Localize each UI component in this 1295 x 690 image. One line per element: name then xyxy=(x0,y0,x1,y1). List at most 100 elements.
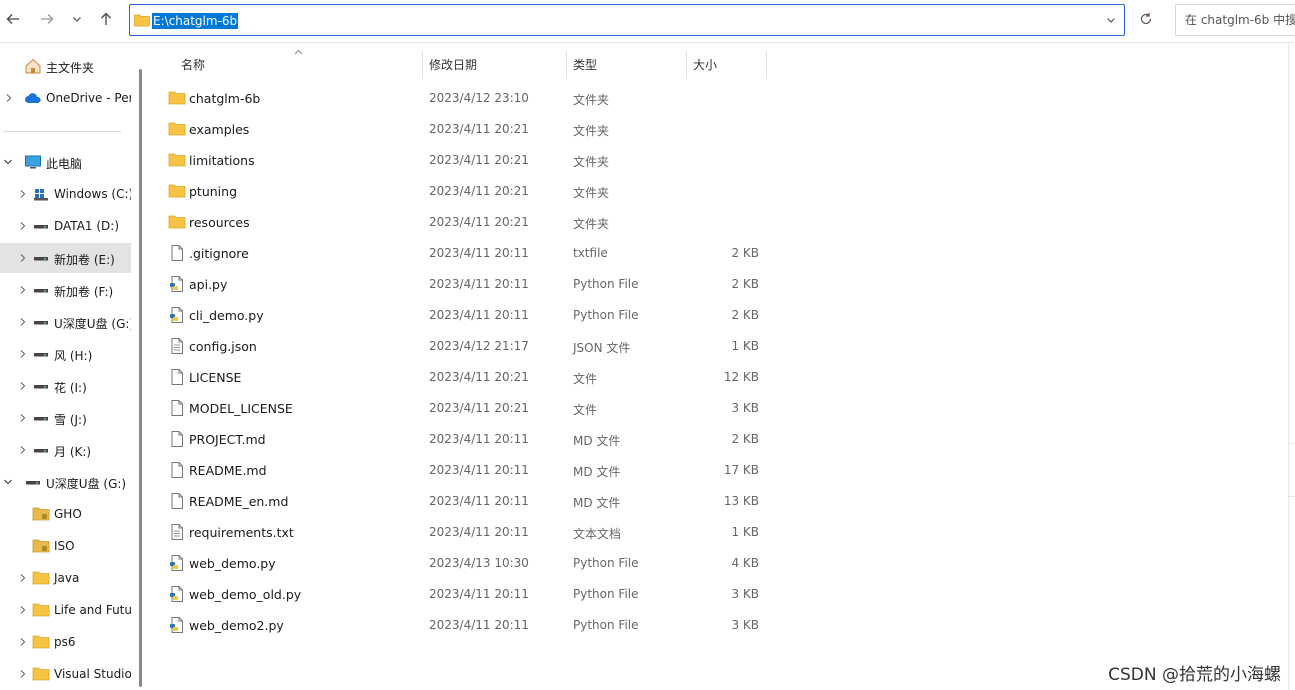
chevron-right-icon[interactable] xyxy=(19,445,27,455)
file-icon xyxy=(171,400,183,416)
address-path[interactable]: E:\chatglm-6b xyxy=(152,13,239,29)
file-row[interactable]: ptuning 2023/4/11 20:21 文件夹 xyxy=(148,176,768,207)
file-row[interactable]: MODEL_LICENSE 2023/4/11 20:21 文件 3 KB xyxy=(148,393,768,424)
chevron-down-icon[interactable] xyxy=(1106,15,1116,25)
column-date[interactable]: 修改日期 xyxy=(429,43,477,79)
column-divider[interactable] xyxy=(566,51,567,79)
sidebar-item[interactable]: OneDrive - Per xyxy=(0,83,131,113)
file-row[interactable]: resources 2023/4/11 20:21 文件夹 xyxy=(148,207,768,238)
sidebar-item[interactable]: 月 (K:) xyxy=(0,435,131,465)
sidebar-item[interactable]: 主文件夹 xyxy=(0,51,131,81)
file-row[interactable]: config.json 2023/4/12 21:17 JSON 文件 1 KB xyxy=(148,331,768,362)
chevron-right-icon[interactable] xyxy=(19,221,27,231)
file-row[interactable]: PROJECT.md 2023/4/11 20:11 MD 文件 2 KB xyxy=(148,424,768,455)
file-row[interactable]: web_demo2.py 2023/4/11 20:11 Python File 3 … xyxy=(148,610,768,641)
chevron-right-icon[interactable] xyxy=(19,669,27,679)
sidebar-item-label: 新加卷 (F:) xyxy=(54,285,114,299)
search-input[interactable]: 在 chatglm-6b 中搜 xyxy=(1175,4,1295,36)
file-date: 2023/4/11 20:21 xyxy=(429,401,529,415)
sidebar-item[interactable]: U深度U盘 (G:) xyxy=(0,307,131,337)
address-bar[interactable]: E:\chatglm-6b xyxy=(129,4,1125,36)
folder-icon xyxy=(168,215,186,229)
chevron-right-icon[interactable] xyxy=(19,285,27,295)
file-row[interactable]: requirements.txt 2023/4/11 20:11 文本文档 1 KB xyxy=(148,517,768,548)
column-divider[interactable] xyxy=(766,51,767,79)
sidebar-item[interactable]: Visual Studio xyxy=(0,659,131,689)
chevron-right-icon[interactable] xyxy=(19,253,27,263)
sidebar-item[interactable]: 新加卷 (F:) xyxy=(0,275,131,305)
sidebar-item[interactable]: 风 (H:) xyxy=(0,339,131,369)
sidebar-item[interactable]: U深度U盘 (G:) xyxy=(0,467,131,497)
file-icon xyxy=(171,245,183,261)
column-type[interactable]: 类型 xyxy=(573,43,597,79)
recent-locations-button[interactable] xyxy=(66,8,88,30)
file-row[interactable]: LICENSE 2023/4/11 20:21 文件 12 KB xyxy=(148,362,768,393)
file-row[interactable]: .gitignore 2023/4/11 20:11 txtfile 2 KB xyxy=(148,238,768,269)
file-row[interactable]: chatglm-6b 2023/4/12 23:10 文件夹 xyxy=(148,83,768,114)
file-row[interactable]: web_demo_old.py 2023/4/11 20:11 Python Fil… xyxy=(148,579,768,610)
sidebar-item[interactable]: 雪 (J:) xyxy=(0,403,131,433)
sidebar-item[interactable]: ps6 xyxy=(0,627,131,657)
sidebar-item[interactable]: GHO xyxy=(0,499,131,529)
column-divider[interactable] xyxy=(686,51,687,79)
sidebar-item[interactable]: 此电脑 xyxy=(0,147,131,177)
file-type: MD 文件 xyxy=(573,496,621,510)
sidebar-item[interactable]: DATA1 (D:) xyxy=(0,211,131,241)
chevron-right-icon[interactable] xyxy=(19,189,27,199)
file-row[interactable]: README.md 2023/4/11 20:11 MD 文件 17 KB xyxy=(148,455,768,486)
chevron-right-icon[interactable] xyxy=(19,381,27,391)
chevron-down-icon[interactable] xyxy=(3,478,13,486)
file-type: Python File xyxy=(573,308,639,322)
chevron-right-icon[interactable] xyxy=(19,573,27,583)
sidebar-item[interactable]: Java xyxy=(0,563,131,593)
sidebar-item-label: 雪 (J:) xyxy=(54,413,87,427)
file-icon xyxy=(171,462,183,478)
chevron-down-icon[interactable] xyxy=(3,158,13,166)
address-toolbar: E:\chatglm-6b 在 chatglm-6b 中搜 xyxy=(0,0,1295,43)
sidebar-item[interactable]: 花 (I:) xyxy=(0,371,131,401)
sidebar-item[interactable]: ISO xyxy=(0,531,131,561)
forward-button[interactable] xyxy=(36,8,58,30)
refresh-button[interactable] xyxy=(1135,8,1157,30)
file-size: 17 KB xyxy=(723,463,759,477)
chevron-right-icon[interactable] xyxy=(19,317,27,327)
file-type: 文本文档 xyxy=(573,527,622,541)
up-button[interactable] xyxy=(95,8,117,30)
file-row[interactable]: examples 2023/4/11 20:21 文件夹 xyxy=(148,114,768,145)
chevron-right-icon[interactable] xyxy=(5,93,13,103)
file-date: 2023/4/11 20:21 xyxy=(429,184,529,198)
file-name: config.json xyxy=(189,339,257,354)
file-type: 文件夹 xyxy=(573,93,610,107)
sidebar-item[interactable]: Life and Futur xyxy=(0,595,131,625)
file-size: 13 KB xyxy=(723,494,759,508)
file-row[interactable]: limitations 2023/4/11 20:21 文件夹 xyxy=(148,145,768,176)
content-scrollbar[interactable] xyxy=(1288,43,1295,690)
chevron-right-icon[interactable] xyxy=(19,413,27,423)
file-name: README.md xyxy=(189,463,267,478)
sidebar-item[interactable]: Windows (C:) xyxy=(0,179,131,209)
file-row[interactable]: cli_demo.py 2023/4/11 20:11 Python File 2 K… xyxy=(148,300,768,331)
file-date: 2023/4/11 20:11 xyxy=(429,308,529,322)
column-divider[interactable] xyxy=(422,51,423,79)
sidebar-item[interactable]: 新加卷 (E:) xyxy=(0,243,131,273)
chevron-right-icon[interactable] xyxy=(19,605,27,615)
file-row[interactable]: web_demo.py 2023/4/13 10:30 Python File 4 K… xyxy=(148,548,768,579)
file-size: 4 KB xyxy=(731,556,759,570)
sidebar-scrollbar[interactable] xyxy=(139,43,147,690)
column-name[interactable]: 名称 xyxy=(181,43,205,79)
file-type: MD 文件 xyxy=(573,434,621,448)
chevron-right-icon[interactable] xyxy=(19,349,27,359)
file-name: web_demo_old.py xyxy=(189,587,302,602)
column-size[interactable]: 大小 xyxy=(693,43,717,79)
file-date: 2023/4/11 20:11 xyxy=(429,525,529,539)
file-size: 2 KB xyxy=(731,246,759,260)
file-date: 2023/4/11 20:21 xyxy=(429,153,529,167)
scrollbar-thumb[interactable] xyxy=(139,69,142,687)
file-date: 2023/4/11 20:21 xyxy=(429,215,529,229)
refresh-icon xyxy=(1140,13,1152,25)
file-row[interactable]: api.py 2023/4/11 20:11 Python File 2 KB xyxy=(148,269,768,300)
chevron-right-icon[interactable] xyxy=(19,637,27,647)
folder-icon xyxy=(168,184,186,198)
file-row[interactable]: README_en.md 2023/4/11 20:11 MD 文件 13 KB xyxy=(148,486,768,517)
back-button[interactable] xyxy=(2,8,24,30)
